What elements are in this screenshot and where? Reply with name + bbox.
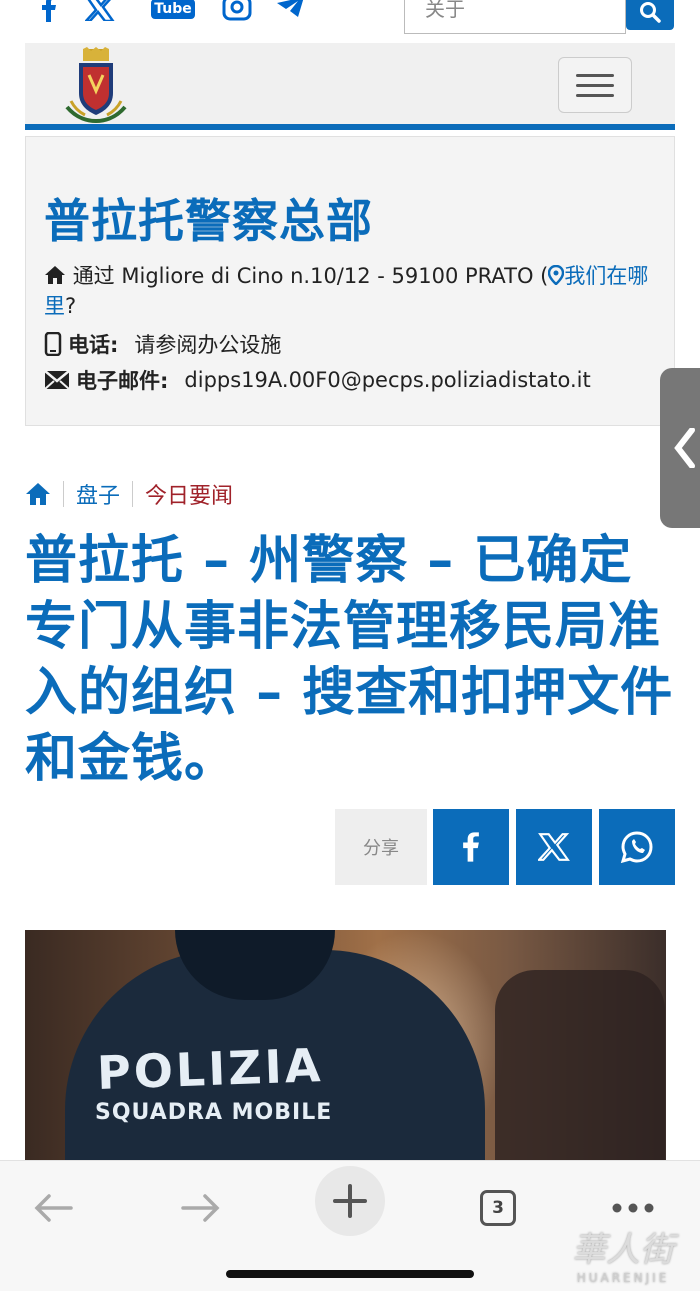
plus-icon (333, 1184, 367, 1218)
ellipsis-icon (612, 1203, 654, 1213)
x-icon[interactable] (82, 0, 118, 24)
new-tab-button[interactable] (315, 1166, 385, 1236)
forward-button[interactable] (166, 1173, 236, 1243)
watermark-logo: 華人街 (572, 1230, 674, 1270)
share-facebook-button[interactable] (433, 809, 509, 885)
breadcrumb-item-1[interactable]: 盘子 (76, 478, 120, 510)
article-headline: 普拉托 – 州警察 – 已确定专门从事非法管理移民局准入的组织 – 搜查和扣押文… (25, 531, 674, 789)
menu-bar (576, 93, 614, 97)
instagram-icon[interactable] (220, 0, 254, 24)
address-suffix: ? (65, 294, 77, 318)
search-button[interactable] (626, 0, 674, 30)
chevron-left-icon (674, 428, 695, 468)
side-panel-toggle[interactable] (660, 368, 700, 528)
article-photo[interactable]: POLIZIA SQUADRA MOBILE (25, 930, 666, 1160)
facebook-icon (463, 832, 479, 862)
background-figure (495, 970, 665, 1160)
social-bar: Tube 关于 (0, 0, 700, 40)
tabs-count: 3 (480, 1190, 516, 1226)
share-whatsapp-button[interactable] (599, 809, 675, 885)
arrow-right-icon (181, 1194, 220, 1222)
search-placeholder: 关于 (425, 0, 465, 21)
police-crest-logo[interactable] (65, 47, 127, 125)
email-row: 电子邮件: dipps19A.00F0@pecps.poliziadistato… (44, 365, 591, 395)
menu-bar (576, 73, 614, 77)
phone-row: 电话: 请参阅办公设施 (44, 329, 281, 359)
address-text: 通过 Migliore di Cino n.10/12 - 59100 PRAT… (72, 264, 549, 288)
address: 通过 Migliore di Cino n.10/12 - 59100 PRAT… (44, 261, 664, 321)
envelope-icon (44, 370, 70, 390)
share-x-button[interactable] (516, 809, 592, 885)
jacket-text-squadra: SQUADRA MOBILE (95, 1100, 333, 1125)
home-indicator[interactable] (226, 1270, 474, 1278)
facebook-icon[interactable] (34, 0, 64, 24)
breadcrumb: 盘子 今日要闻 (25, 478, 233, 510)
arrow-left-icon (34, 1194, 73, 1222)
search-icon (640, 2, 661, 23)
phone-icon (44, 332, 62, 356)
youtube-icon[interactable]: Tube (151, 0, 195, 24)
home-icon (45, 266, 65, 284)
whatsapp-icon (620, 831, 653, 864)
site-header (25, 43, 675, 130)
search-input[interactable]: 关于 (404, 0, 626, 34)
tabs-button[interactable]: 3 (463, 1173, 533, 1243)
office-title: 普拉托警察总部 (44, 194, 373, 248)
jacket-text-polizia: POLIZIA (96, 1038, 325, 1100)
telegram-icon[interactable] (274, 0, 308, 24)
email-value[interactable]: dipps19A.00F0@pecps.poliziadistato.it (184, 368, 590, 392)
share-label: 分享 (335, 809, 427, 885)
office-info-card: 普拉托警察总部 通过 Migliore di Cino n.10/12 - 59… (25, 136, 675, 426)
home-icon[interactable] (25, 482, 51, 506)
youtube-label: Tube (151, 0, 195, 19)
watermark: 華人街 HUARENJIE (548, 1222, 698, 1285)
back-button[interactable] (18, 1173, 88, 1243)
divider (63, 481, 64, 507)
watermark-text: HUARENJIE (576, 1271, 670, 1285)
x-icon (538, 833, 570, 861)
map-pin-icon (548, 264, 565, 286)
hamburger-menu-button[interactable] (558, 57, 632, 113)
phone-value: 请参阅办公设施 (134, 333, 282, 357)
phone-label: 电话: (68, 333, 119, 357)
breadcrumb-item-2[interactable]: 今日要闻 (145, 478, 233, 510)
email-label: 电子邮件: (76, 369, 169, 393)
menu-bar (576, 83, 614, 87)
divider (132, 481, 134, 507)
